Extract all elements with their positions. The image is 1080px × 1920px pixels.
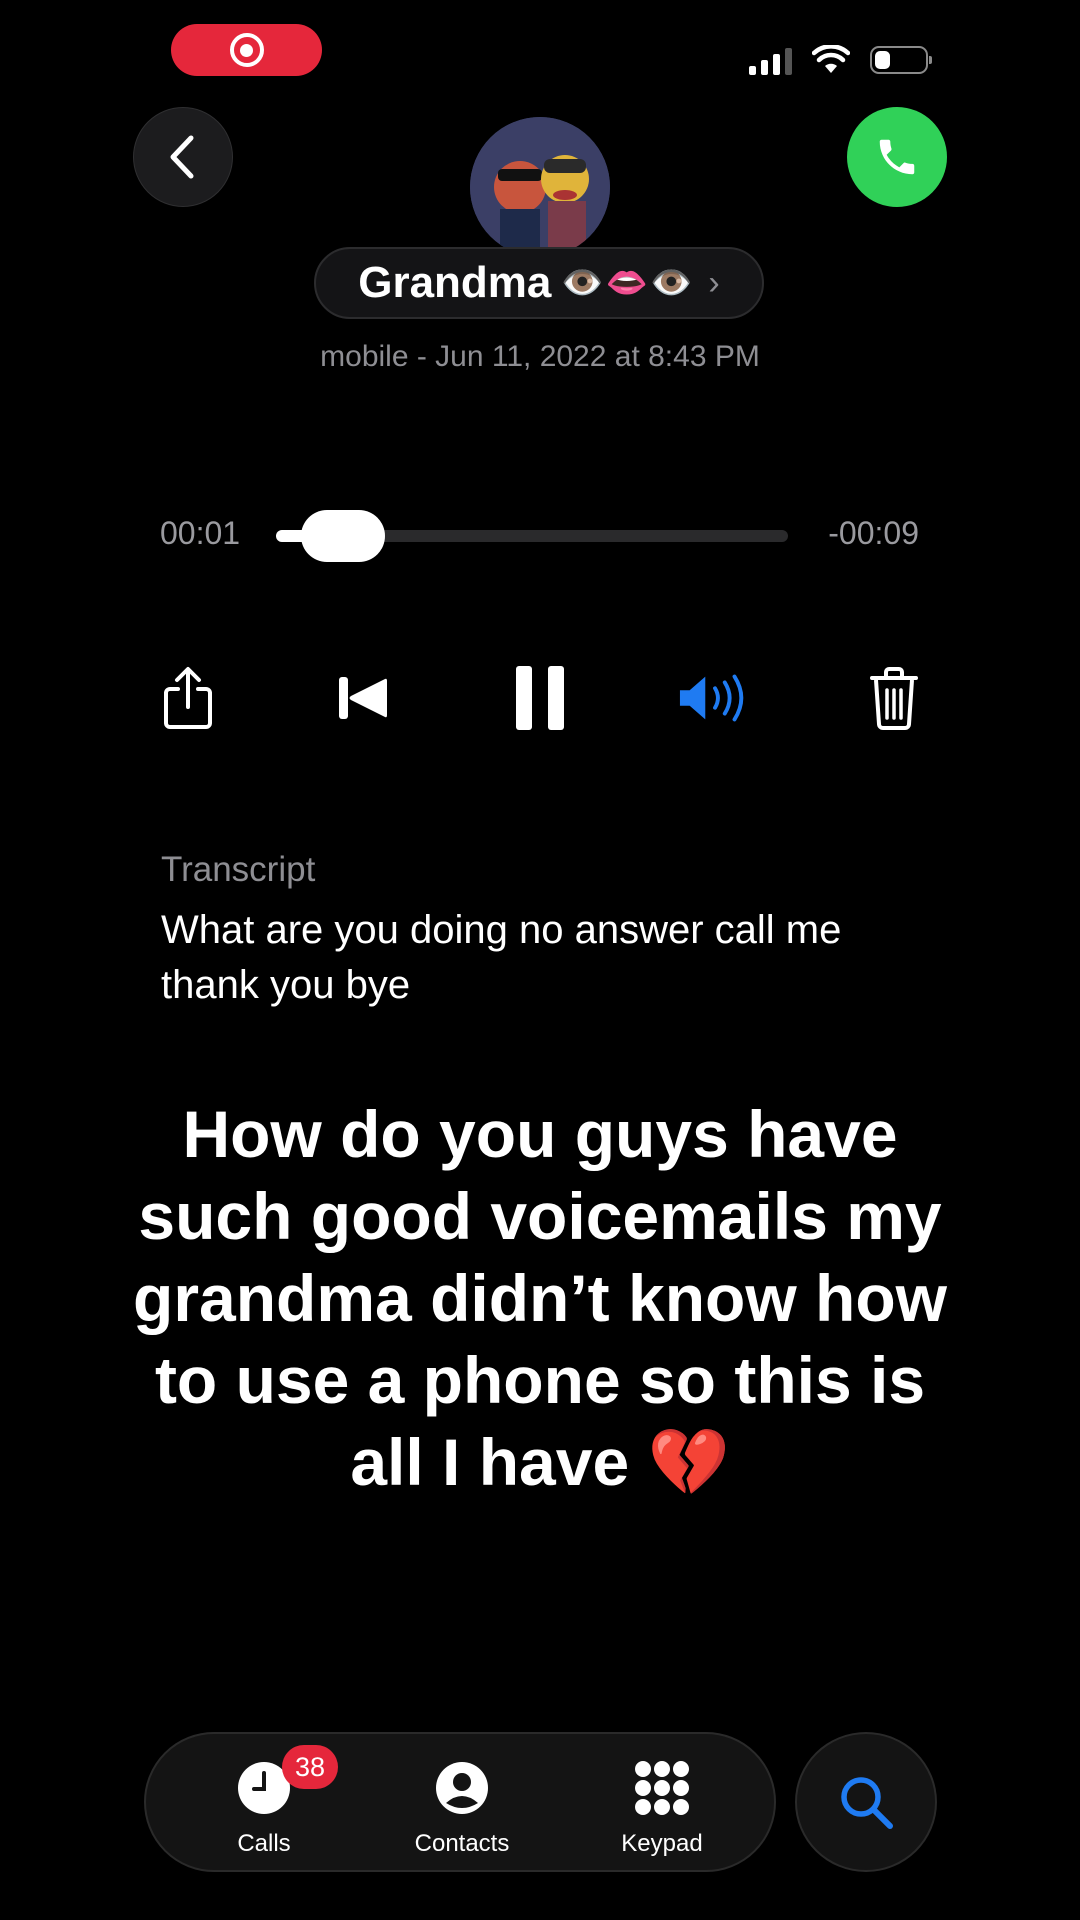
screen-recording-indicator[interactable] <box>171 24 322 76</box>
search-button[interactable] <box>795 1732 937 1872</box>
pause-button[interactable] <box>502 660 578 736</box>
speaker-icon <box>679 674 744 722</box>
tab-bar: Calls Contacts Keypad <box>144 1732 776 1872</box>
tab-keypad-label: Keypad <box>621 1830 703 1857</box>
calls-badge: 38 <box>282 1745 338 1789</box>
tab-contacts-label: Contacts <box>414 1830 510 1857</box>
scrubber-thumb[interactable] <box>301 510 385 562</box>
skip-back-icon <box>339 677 387 719</box>
share-icon <box>164 667 212 729</box>
contact-name: Grandma <box>358 258 552 307</box>
overlay-caption: How do you guys have such good voicemail… <box>133 1097 947 1499</box>
status-bar-icons <box>749 40 932 80</box>
cellular-signal-icon <box>749 45 792 75</box>
delete-button[interactable] <box>856 660 932 736</box>
contact-avatar[interactable] <box>470 117 610 257</box>
back-button[interactable] <box>133 107 233 207</box>
remaining-time: -00:09 <box>828 515 919 551</box>
trash-icon <box>870 667 918 730</box>
restart-button[interactable] <box>325 660 401 736</box>
wifi-icon <box>812 45 850 73</box>
call-back-button[interactable] <box>847 107 947 207</box>
search-icon <box>841 1777 893 1829</box>
chevron-left-icon <box>170 135 194 179</box>
speaker-button[interactable] <box>678 660 754 736</box>
share-button[interactable] <box>150 660 226 736</box>
transcript-label: Transcript <box>161 850 316 889</box>
chevron-right-icon: › <box>708 263 720 302</box>
contact-emoji: 👁️👄👁️ <box>561 264 695 302</box>
phone-icon <box>879 139 915 175</box>
screen-record-icon <box>229 33 264 67</box>
tab-calls-label: Calls <box>237 1830 291 1857</box>
tab-contacts[interactable]: Contacts <box>392 1760 532 1858</box>
tab-keypad[interactable]: Keypad <box>592 1760 732 1858</box>
person-circle-icon <box>434 1760 490 1816</box>
voicemail-details: mobile - Jun 11, 2022 at 8:43 PM <box>320 340 760 373</box>
pause-icon <box>516 666 564 730</box>
keypad-icon <box>634 1760 690 1816</box>
contact-name-button[interactable]: Grandma 👁️👄👁️ › <box>314 247 764 319</box>
battery-icon <box>870 46 932 74</box>
transcript-text: What are you doing no answer call me tha… <box>161 908 842 1007</box>
elapsed-time: 00:01 <box>160 515 241 551</box>
avatar-image <box>470 117 610 257</box>
